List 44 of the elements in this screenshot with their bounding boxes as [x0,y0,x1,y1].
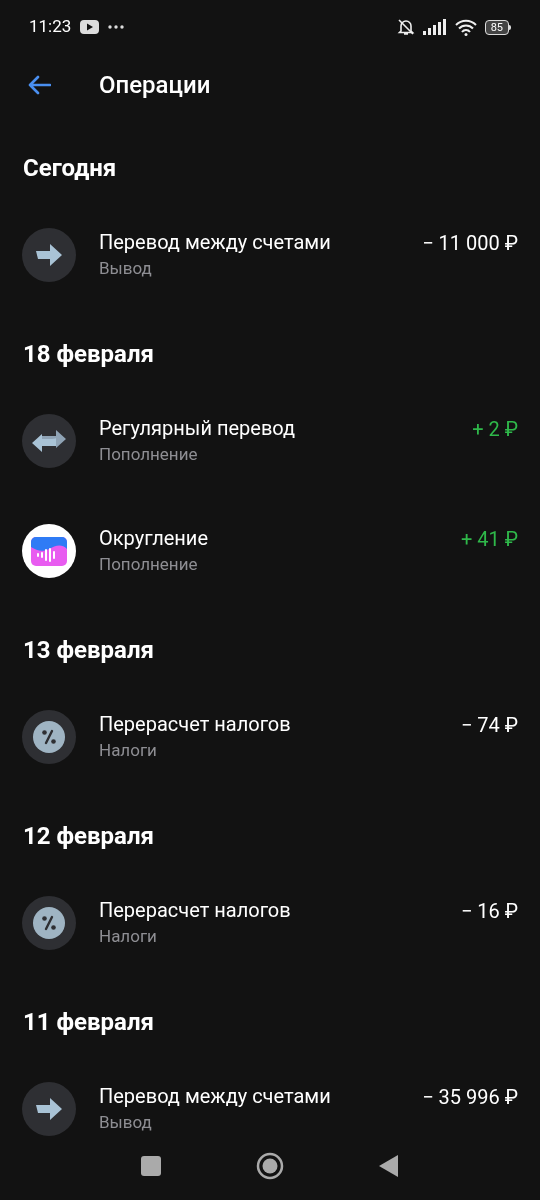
back-arrow-icon [27,75,51,95]
status-time: 11:23 [29,15,72,39]
operation-row[interactable]: Перевод между счетами Вывод − 11 000 ₽ [0,200,540,310]
signal-icon [422,19,447,35]
video-app-icon [80,20,100,34]
operation-category: Налоги [99,739,158,762]
operation-row[interactable]: Перевод между счетами Вывод − 35 996 ₽ [0,1054,540,1140]
date-heading: 13 февраля [22,636,155,664]
operation-category: Вывод [99,257,153,280]
operation-title: Перевод между счетами [99,1083,332,1109]
operation-title: Перерасчет налогов [99,897,292,923]
app-logo-icon [22,524,76,578]
page-title: Операции [99,70,211,101]
operation-amount: − 35 996 ₽ [422,1084,518,1110]
wifi-icon [454,18,477,36]
back-nav-icon[interactable] [379,1155,399,1177]
operation-row[interactable]: Регулярный перевод Пополнение + 2 ₽ [0,386,540,496]
date-heading: 11 февраля [22,1008,155,1036]
more-icon [108,25,125,29]
operation-category: Налоги [99,925,158,948]
operation-amount: − 16 ₽ [460,898,518,924]
battery-indicator: 85 [484,19,511,35]
percent-icon [22,710,76,764]
operation-row[interactable]: Перерасчет налогов Налоги − 74 ₽ [0,682,540,792]
operation-title: Округление [99,525,209,551]
operation-title: Перевод между счетами [99,229,332,255]
operation-amount: + 41 ₽ [460,526,518,552]
date-heading: 12 февраля [22,822,155,850]
operation-row[interactable]: Округление Пополнение + 41 ₽ [0,496,540,606]
percent-icon [22,896,76,950]
date-heading: Сегодня [22,154,118,182]
home-icon[interactable] [256,1152,284,1180]
muted-bell-icon [396,18,415,36]
exchange-icon [22,414,76,468]
operation-amount: + 2 ₽ [472,416,518,442]
operation-category: Пополнение [99,443,199,466]
operation-amount: − 11 000 ₽ [422,230,518,256]
operation-row[interactable]: Перерасчет налогов Налоги − 16 ₽ [0,868,540,978]
date-heading: 18 февраля [22,340,155,368]
operation-title: Регулярный перевод [99,415,297,441]
operation-amount: − 74 ₽ [460,712,518,738]
operation-title: Перерасчет налогов [99,711,292,737]
operation-category: Пополнение [99,553,199,576]
operation-category: Вывод [99,1111,153,1134]
